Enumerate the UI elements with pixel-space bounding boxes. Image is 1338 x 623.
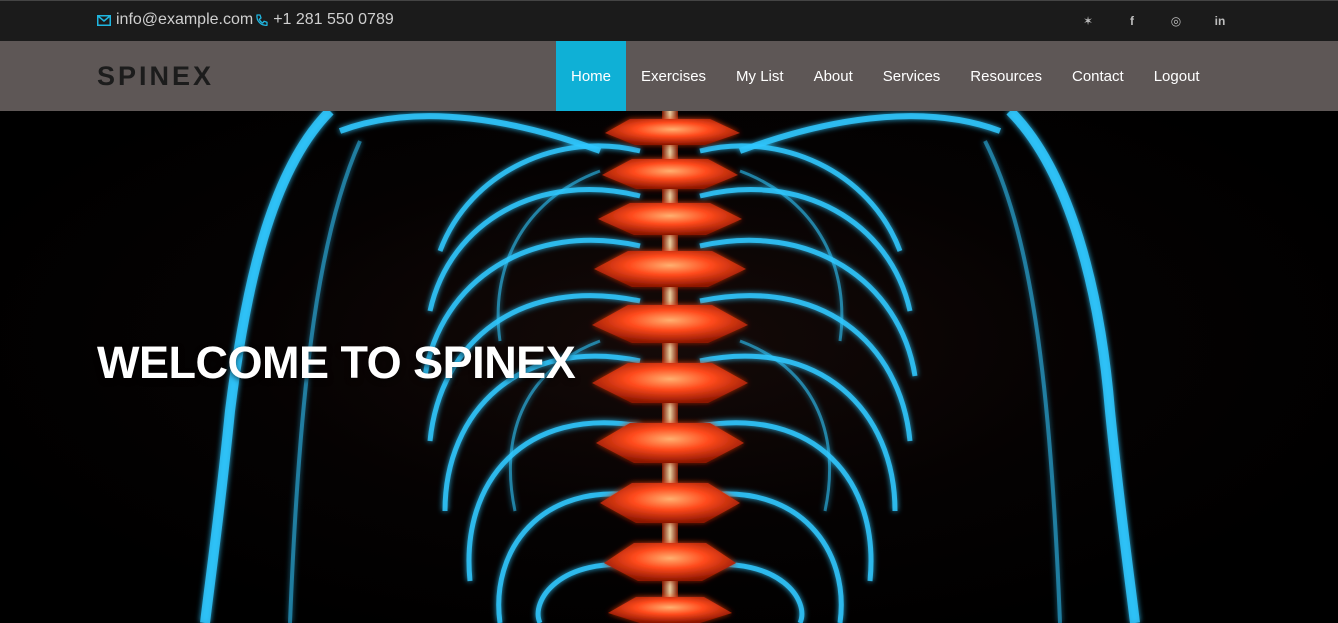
email-text: info@example.com — [116, 11, 254, 28]
contact-info: info@example.com +1 281 550 0789 — [97, 11, 394, 29]
nav-contact[interactable]: Contact — [1057, 41, 1139, 111]
email-link[interactable]: info@example.com — [97, 11, 253, 29]
nav-services[interactable]: Services — [868, 41, 956, 111]
main-navbar: SPINEX Home Exercises My List About Services… — [0, 41, 1338, 111]
nav-logout[interactable]: Logout — [1139, 41, 1215, 111]
facebook-icon[interactable]: f — [1124, 13, 1140, 29]
linkedin-icon[interactable]: in — [1212, 13, 1228, 29]
nav-my-list[interactable]: My List — [721, 41, 799, 111]
nav-home[interactable]: Home — [556, 41, 627, 111]
hero-banner: WELCOME TO SPINEX — [0, 111, 1338, 623]
top-bar: info@example.com +1 281 550 0789 ✶ f ◎ in — [0, 0, 1338, 41]
phone-text: +1 281 550 0789 — [273, 11, 394, 28]
phone-icon — [255, 13, 268, 27]
phone-link[interactable]: +1 281 550 0789 — [255, 11, 394, 29]
nav-resources[interactable]: Resources — [955, 41, 1057, 111]
social-links: ✶ f ◎ in — [1080, 13, 1228, 29]
mail-icon — [97, 14, 111, 26]
hero-title: WELCOME TO SPINEX — [97, 337, 576, 388]
brand-logo[interactable]: SPINEX — [97, 61, 214, 92]
nav-exercises[interactable]: Exercises — [626, 41, 721, 111]
instagram-icon[interactable]: ◎ — [1168, 13, 1184, 29]
twitter-icon[interactable]: ✶ — [1080, 13, 1096, 29]
main-menu: Home Exercises My List About Services Resourc… — [556, 41, 1215, 111]
nav-about[interactable]: About — [799, 41, 868, 111]
